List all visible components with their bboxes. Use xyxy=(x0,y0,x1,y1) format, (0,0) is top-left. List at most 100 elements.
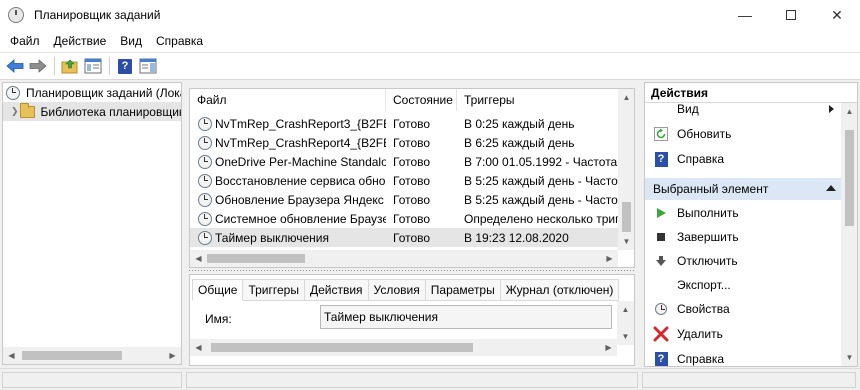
task-list-horizontal-scrollbar[interactable]: ◀ ▶ xyxy=(190,250,618,267)
scroll-left-icon[interactable]: ◀ xyxy=(190,339,207,356)
selected-item-section-header[interactable]: Выбранный элемент xyxy=(645,178,842,200)
menu-bar: Файл Действие Вид Справка xyxy=(0,30,860,52)
menu-view[interactable]: Вид xyxy=(113,34,149,48)
tree-item-task-scheduler-root[interactable]: Планировщик заданий (Локальный) xyxy=(3,83,181,102)
action-end[interactable]: Завершить xyxy=(645,225,842,249)
task-details-pane: Общие Триггеры Действия Условия Параметр… xyxy=(189,274,635,366)
run-icon xyxy=(653,205,669,221)
toolbar: ? xyxy=(0,52,860,80)
actions-vertical-scrollbar[interactable]: ▲ ▼ xyxy=(841,103,857,366)
task-row[interactable]: OneDrive Per-Machine Standalone Update T… xyxy=(190,152,618,171)
task-name-field[interactable]: Таймер выключения xyxy=(320,305,612,329)
scrollbar-thumb[interactable] xyxy=(845,130,854,226)
tree-item-label: Планировщик заданий (Локальный) xyxy=(26,85,181,100)
scroll-up-icon[interactable]: ▲ xyxy=(617,301,634,318)
column-header-file[interactable]: Файл xyxy=(190,89,386,111)
tree-horizontal-scrollbar[interactable]: ◀ ▶ xyxy=(3,347,181,364)
tab-settings[interactable]: Параметры xyxy=(425,279,501,301)
action-help[interactable]: ? Справка xyxy=(645,147,842,171)
collapse-triangle-icon[interactable] xyxy=(826,185,836,191)
task-clock-icon xyxy=(198,230,212,245)
window-title: Планировщик заданий xyxy=(34,8,161,22)
scrollbar-thumb[interactable] xyxy=(22,351,122,360)
stop-icon xyxy=(653,229,669,245)
details-horizontal-scrollbar[interactable]: ◀ ▶ xyxy=(190,339,617,356)
scroll-down-icon[interactable]: ▼ xyxy=(618,233,634,250)
scroll-left-icon[interactable]: ◀ xyxy=(190,250,207,267)
minimize-button[interactable]: — xyxy=(722,0,768,30)
tab-actions[interactable]: Действия xyxy=(304,279,369,301)
task-clock-icon xyxy=(198,116,212,131)
task-row-selected[interactable]: Таймер выключения Готово В 19:23 12.08.2… xyxy=(190,228,618,247)
console-tree-icon xyxy=(84,58,102,74)
action-help-selected[interactable]: ? Справка xyxy=(645,347,842,366)
tab-history[interactable]: Журнал (отключен) xyxy=(500,279,620,301)
scrollbar-thumb[interactable] xyxy=(211,343,473,352)
action-view[interactable]: Вид xyxy=(645,99,842,119)
back-arrow-icon xyxy=(6,59,24,73)
column-header-triggers[interactable]: Триггеры xyxy=(457,89,618,111)
tab-conditions[interactable]: Условия xyxy=(368,279,426,301)
scroll-up-icon[interactable]: ▲ xyxy=(841,103,857,120)
title-bar: Планировщик заданий — ✕ xyxy=(0,0,860,30)
scrollbar-thumb[interactable] xyxy=(207,254,305,263)
forward-arrow-icon xyxy=(29,59,47,73)
help-button[interactable]: ? xyxy=(114,56,136,76)
action-run[interactable]: Выполнить xyxy=(645,201,842,225)
action-refresh[interactable]: Обновить xyxy=(645,122,842,146)
properties-icon xyxy=(653,301,669,317)
tab-general[interactable]: Общие xyxy=(192,279,244,301)
scroll-right-icon[interactable]: ▶ xyxy=(164,347,181,364)
maximize-button[interactable] xyxy=(768,0,814,30)
task-clock-icon xyxy=(198,192,212,207)
task-row[interactable]: Обновление Браузера Яндекс Готово В 5:25… xyxy=(190,190,618,209)
action-disable[interactable]: Отключить xyxy=(645,249,842,273)
menu-help[interactable]: Справка xyxy=(149,34,210,48)
task-row[interactable]: NvTmRep_CrashReport4_{B2FE1952-0186-46C3… xyxy=(190,133,618,152)
scroll-up-icon[interactable]: ▲ xyxy=(618,89,634,106)
up-folder-button[interactable] xyxy=(59,56,81,76)
scroll-down-icon[interactable]: ▼ xyxy=(841,349,857,366)
disable-icon xyxy=(653,253,669,269)
expand-chevron-icon[interactable]: ❯ xyxy=(11,106,19,117)
action-pane-icon xyxy=(139,58,157,74)
scroll-left-icon[interactable]: ◀ xyxy=(3,347,20,364)
folder-up-icon xyxy=(61,59,78,74)
menu-file[interactable]: Файл xyxy=(3,34,47,48)
task-row[interactable]: Восстановление сервиса обновлений Готово… xyxy=(190,171,618,190)
task-clock-icon xyxy=(198,154,212,169)
close-button[interactable]: ✕ xyxy=(814,0,860,30)
status-bar xyxy=(0,368,860,390)
status-segment xyxy=(2,372,182,388)
task-scheduler-app-icon xyxy=(8,7,24,23)
toolbar-separator xyxy=(109,57,110,75)
action-properties[interactable]: Свойства xyxy=(645,297,842,321)
scrollbar-thumb[interactable] xyxy=(622,202,631,232)
task-row[interactable]: Системное обновление Браузера Яндекс Гот… xyxy=(190,209,618,228)
task-clock-icon xyxy=(198,135,212,150)
task-list-vertical-scrollbar[interactable]: ▲ ▼ xyxy=(618,89,634,250)
forward-button[interactable] xyxy=(27,56,49,76)
back-button[interactable] xyxy=(4,56,26,76)
action-export[interactable]: Экспорт... xyxy=(645,273,842,297)
show-hide-console-tree-button[interactable] xyxy=(82,56,104,76)
menu-action[interactable]: Действие xyxy=(47,34,114,48)
tree-item-label: Библиотека планировщика заданий xyxy=(40,104,181,119)
console-tree: Планировщик заданий (Локальный) ❯ Библио… xyxy=(2,82,182,365)
details-tabs: Общие Триггеры Действия Условия Параметр… xyxy=(192,279,620,301)
scroll-right-icon[interactable]: ▶ xyxy=(601,250,618,267)
tab-triggers[interactable]: Триггеры xyxy=(243,279,305,301)
column-header-state[interactable]: Состояние xyxy=(386,89,457,111)
help-icon: ? xyxy=(118,58,132,74)
show-hide-action-pane-button[interactable] xyxy=(137,56,159,76)
details-vertical-scrollbar[interactable]: ▲ ▼ xyxy=(617,301,634,345)
task-row[interactable]: NvTmRep_CrashReport3_{B2FE1952-0186-46C3… xyxy=(190,114,618,133)
scroll-down-icon[interactable]: ▼ xyxy=(617,328,634,345)
action-delete[interactable]: Удалить xyxy=(645,322,842,346)
scroll-right-icon[interactable]: ▶ xyxy=(600,339,617,356)
toolbar-separator xyxy=(54,57,55,75)
tree-item-task-library[interactable]: ❯ Библиотека планировщика заданий xyxy=(3,102,181,121)
task-clock-icon xyxy=(198,173,212,188)
submenu-arrow-icon xyxy=(829,105,834,113)
status-segment xyxy=(642,372,856,388)
